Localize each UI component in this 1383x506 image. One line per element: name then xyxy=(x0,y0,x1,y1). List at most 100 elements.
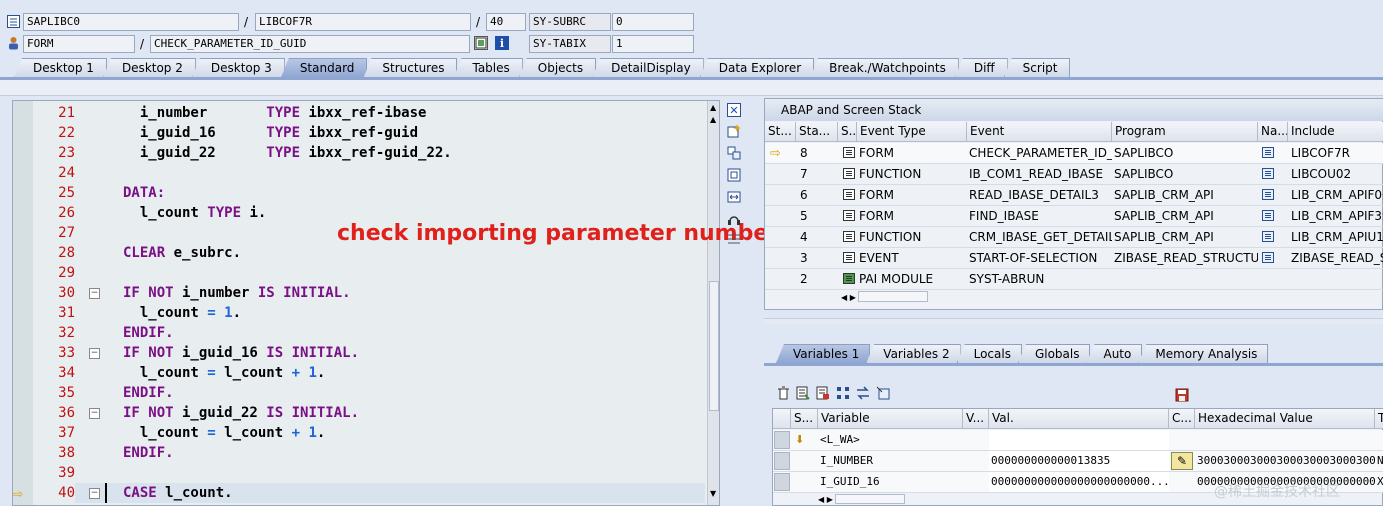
load-icon[interactable] xyxy=(796,386,810,400)
tab-globals[interactable]: Globals xyxy=(1017,344,1091,363)
line-field[interactable]: 40 xyxy=(486,13,526,31)
function-icon xyxy=(843,231,855,242)
stack-header[interactable]: S... xyxy=(838,122,857,142)
fold-toggle-icon[interactable]: − xyxy=(89,348,100,359)
scroll-up-icon[interactable]: ▲ xyxy=(710,103,716,112)
source-editor[interactable]: ⇨ 21 22 23 24 25 26 27 28 29 30 31 32 33… xyxy=(12,100,720,506)
line-number: 22 xyxy=(58,125,75,141)
tab-locals[interactable]: Locals xyxy=(956,344,1022,363)
stack-row[interactable]: 6 FORM READ_IBASE_DETAIL3 SAPLIB_CRM_API… xyxy=(765,185,1383,206)
stack-header[interactable]: Include xyxy=(1288,122,1383,142)
close-icon[interactable]: ✕ xyxy=(727,103,741,117)
var-header[interactable]: V... xyxy=(963,409,989,429)
services-icon[interactable] xyxy=(727,212,741,226)
fold-toggle-icon[interactable]: − xyxy=(89,408,100,419)
vars-hscroll[interactable]: ◀ ▶ xyxy=(818,493,928,506)
fold-toggle-icon[interactable]: − xyxy=(89,288,100,299)
navigate-icon[interactable] xyxy=(1262,231,1274,242)
stack-row[interactable]: 5 FORM FIND_IBASE SAPLIB_CRM_API LIB_CRM… xyxy=(765,206,1383,227)
tab-breakpoints[interactable]: Break./Watchpoints xyxy=(810,58,959,78)
stack-header[interactable]: Sta... xyxy=(796,122,838,142)
scroll-up-icon[interactable]: ▲ xyxy=(710,115,716,124)
tab-desktop-2[interactable]: Desktop 2 xyxy=(102,58,196,78)
stack-row[interactable]: ⇨ 8 FORM CHECK_PARAMETER_ID_... SAPLIBCO… xyxy=(765,143,1383,164)
maximize-icon[interactable] xyxy=(727,168,741,182)
row-selector[interactable] xyxy=(774,452,790,470)
code-line: i_guid_16 TYPE ibxx_ref-guid xyxy=(123,125,419,141)
tab-variables-1[interactable]: Variables 1 xyxy=(776,344,871,363)
splitter[interactable] xyxy=(764,318,1383,324)
delete-icon[interactable] xyxy=(776,386,790,400)
include-field[interactable]: LIBCOF7R xyxy=(255,13,471,31)
fold-toggle-icon[interactable]: − xyxy=(89,488,100,499)
stack-header[interactable]: Na... xyxy=(1258,122,1288,142)
tab-auto[interactable]: Auto xyxy=(1086,344,1143,363)
save-variables-icon[interactable] xyxy=(816,386,830,400)
scroll-thumb[interactable] xyxy=(709,281,719,411)
stack-row[interactable]: 4 FUNCTION CRM_IBASE_GET_DETAIL SAPLIB_C… xyxy=(765,227,1383,248)
var-header[interactable]: T xyxy=(1375,409,1383,429)
display-source-icon[interactable] xyxy=(474,36,488,50)
save-icon[interactable] xyxy=(1175,388,1189,402)
stack-row[interactable]: 7 FUNCTION IB_COM1_READ_IBASE SAPLIBCO L… xyxy=(765,164,1383,185)
stack-title: ABAP and Screen Stack xyxy=(765,99,1383,121)
current-line-arrow-icon: ⇨ xyxy=(13,487,24,501)
stack-header[interactable]: Event xyxy=(967,122,1112,142)
var-row[interactable]: ⬇ <L_WA> xyxy=(773,430,1383,451)
stack-header[interactable]: St... xyxy=(765,122,796,142)
tab-data-explorer[interactable]: Data Explorer xyxy=(699,58,815,78)
tab-standard[interactable]: Standard xyxy=(280,58,368,78)
navigate-icon[interactable] xyxy=(1262,252,1274,263)
var-header[interactable]: Val. xyxy=(989,409,1169,429)
line-number: 40 xyxy=(58,485,75,501)
navigate-icon[interactable] xyxy=(1262,189,1274,200)
transfer-icon[interactable] xyxy=(856,386,870,400)
tab-diff[interactable]: Diff xyxy=(954,58,1008,78)
var-header[interactable]: S... xyxy=(791,409,818,429)
line-number: 27 xyxy=(58,225,75,241)
navigate-icon[interactable] xyxy=(1262,168,1274,179)
tab-tables[interactable]: Tables xyxy=(453,58,523,78)
scroll-down-icon[interactable]: ▼ xyxy=(710,489,716,498)
navigate-icon[interactable] xyxy=(1262,147,1274,158)
row-selector[interactable] xyxy=(774,431,790,449)
tab-detaildisplay[interactable]: DetailDisplay xyxy=(592,58,704,78)
editor-scrollbar[interactable]: ▲ ▲ ▼ xyxy=(707,101,719,505)
stack-header[interactable]: Event Type xyxy=(857,122,967,142)
stack-row[interactable]: 3 EVENT START-OF-SELECTION ZIBASE_READ_S… xyxy=(765,248,1383,269)
function-icon xyxy=(843,168,855,179)
code-line: IF NOT i_guid_22 IS INITIAL. xyxy=(123,405,360,421)
line-number: 21 xyxy=(58,105,75,121)
tab-desktop-3[interactable]: Desktop 3 xyxy=(191,58,285,78)
edit-pencil-icon[interactable]: ✎ xyxy=(1171,452,1193,470)
tools-icon[interactable] xyxy=(727,232,741,246)
code-line: l_count = 1. xyxy=(123,305,242,321)
var-header[interactable]: Hexadecimal Value xyxy=(1195,409,1375,429)
var-row[interactable]: I_NUMBER 000000000000013835 ✎ 3000300030… xyxy=(773,451,1383,472)
line-number: 34 xyxy=(58,365,75,381)
navigate-icon[interactable] xyxy=(1262,210,1274,221)
type-field[interactable]: FORM xyxy=(23,35,135,53)
program-field[interactable]: SAPLIBC0 xyxy=(23,13,239,31)
form-icon xyxy=(843,210,855,221)
var-header[interactable]: C... xyxy=(1169,409,1195,429)
stack-hscroll[interactable]: ◀ ▶ xyxy=(841,291,951,305)
tab-objects[interactable]: Objects xyxy=(518,58,597,78)
stack-row[interactable]: 2 PAI MODULE SYST-ABRUN xyxy=(765,269,1383,290)
var-header[interactable]: Variable xyxy=(818,409,963,429)
info-icon[interactable]: i xyxy=(495,36,509,50)
tab-structures[interactable]: Structures xyxy=(363,58,458,78)
pointer-icon[interactable] xyxy=(876,386,890,400)
tab-script[interactable]: Script xyxy=(1003,58,1071,78)
swap-tool-icon[interactable] xyxy=(727,146,741,160)
hierarchy-icon[interactable] xyxy=(836,386,850,400)
routine-field[interactable]: CHECK_PARAMETER_ID_GUID xyxy=(150,35,470,53)
tab-memory-analysis[interactable]: Memory Analysis xyxy=(1138,344,1269,363)
code-line: l_count = l_count + 1. xyxy=(123,365,326,381)
resize-icon[interactable] xyxy=(727,190,741,204)
tab-variables-2[interactable]: Variables 2 xyxy=(866,344,961,363)
stack-header[interactable]: Program xyxy=(1112,122,1258,142)
row-selector[interactable] xyxy=(774,473,790,491)
new-tool-icon[interactable] xyxy=(727,124,741,138)
tab-desktop-1[interactable]: Desktop 1 xyxy=(14,58,107,78)
